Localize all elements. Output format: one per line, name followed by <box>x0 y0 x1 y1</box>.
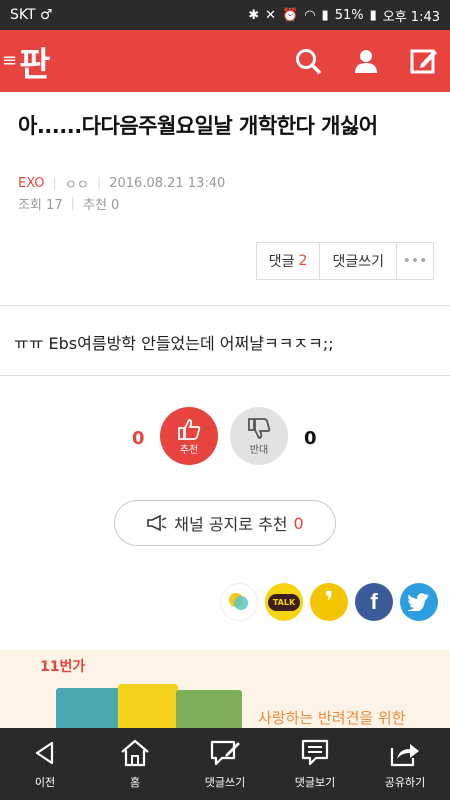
recommend-count: 추천 0 <box>83 198 120 213</box>
back-icon <box>35 741 54 765</box>
signal-icon: ▮ <box>321 7 329 23</box>
nav-write-comment[interactable]: 댓글쓰기 <box>180 728 270 800</box>
ad-brand: 11번가 <box>40 659 86 675</box>
wifi-icon: ◠ <box>304 7 316 23</box>
downvote-count: 0 <box>304 428 317 449</box>
comment-count: 2 <box>298 253 308 269</box>
thumbs-down-icon <box>248 417 271 439</box>
kakaostory-icon[interactable] <box>220 583 258 621</box>
upvote-count: 0 <box>132 428 145 449</box>
status-bar: SKT ♂ ✱ ✕ ⏰ ◠ ▮ 51% ▮ 오후 1:43 <box>0 0 450 30</box>
post-author[interactable]: EXO <box>18 176 45 191</box>
battery-icon: ▮ <box>369 7 377 23</box>
battery-level: 51% <box>334 7 364 23</box>
comments-button[interactable]: 댓글 2 <box>257 243 321 279</box>
share-buttons: TALK ❜ f <box>220 583 438 621</box>
logo: 판 <box>19 44 50 85</box>
ad-copy: 사랑하는 반려견을 위한 <box>258 709 406 727</box>
nav-view-comments[interactable]: 댓글보기 <box>270 728 360 800</box>
bottom-nav: 이전 홈 댓글쓰기 댓글보기 공유하기 <box>0 728 450 800</box>
write-icon[interactable] <box>408 45 440 77</box>
carrier: SKT ♂ <box>10 7 53 23</box>
megaphone-icon <box>147 514 167 532</box>
more-button[interactable]: ••• <box>397 243 433 279</box>
post-title: 아......다다음주월요일날 개학한다 개싫어 <box>18 114 378 138</box>
home-icon <box>121 739 149 767</box>
user-icon[interactable] <box>350 45 382 77</box>
comment-actions: 댓글 2 댓글쓰기 ••• <box>255 242 434 280</box>
mute-icon: ✕ <box>265 7 276 23</box>
menu-icon[interactable]: ≡ <box>2 52 17 70</box>
kakaotalk-icon[interactable]: TALK <box>265 583 303 621</box>
quote-icon[interactable]: ❜ <box>310 583 348 621</box>
nav-home[interactable]: 홈 <box>90 728 180 800</box>
post-author-sub: ㅇㅇ <box>64 178 89 193</box>
channel-notice-button[interactable]: 채널 공지로 추천 0 <box>114 500 336 546</box>
nav-share[interactable]: 공유하기 <box>360 728 450 800</box>
notice-count: 0 <box>293 513 304 533</box>
downvote-button[interactable]: 반대 <box>230 407 288 465</box>
write-comment-button[interactable]: 댓글쓰기 <box>320 243 397 279</box>
logo-button[interactable]: ≡ 판 <box>0 30 50 92</box>
facebook-icon[interactable]: f <box>355 583 393 621</box>
thumbs-up-icon <box>178 418 201 440</box>
bluetooth-icon: ✱ <box>248 7 260 23</box>
alarm-icon: ⏰ <box>282 7 299 23</box>
view-count: 조회 17 <box>18 198 63 213</box>
vote-area: 0 추천 반대 0 <box>0 400 450 472</box>
twitter-icon[interactable] <box>400 583 438 621</box>
view-comment-icon <box>301 739 329 766</box>
app-bar: ≡ 판 <box>0 30 450 92</box>
clock: 오후 1:43 <box>382 9 440 25</box>
ad-product-image <box>56 684 246 730</box>
ad-banner[interactable]: 11번가 사랑하는 반려견을 위한 <box>0 650 450 730</box>
write-comment-icon <box>210 740 240 766</box>
post-header: 아......다다음주월요일날 개학한다 개싫어 EXO | ㅇㅇ | 2016… <box>0 92 450 306</box>
post-datetime: 2016.08.21 13:40 <box>109 176 226 191</box>
nav-back[interactable]: 이전 <box>0 728 90 800</box>
search-icon[interactable] <box>292 45 324 77</box>
post-body: ㅠㅠ Ebs여름방학 안들었는데 어쩌냘ㅋㅋㅈㅋ;; <box>0 318 450 376</box>
upvote-button[interactable]: 추천 <box>160 407 218 465</box>
share-icon <box>390 744 419 767</box>
